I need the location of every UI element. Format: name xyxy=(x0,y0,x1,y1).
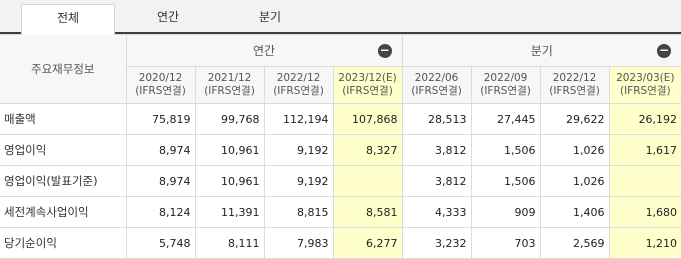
value-cell: 3,232 xyxy=(401,227,472,259)
minus-circle-icon[interactable]: − xyxy=(377,44,392,58)
value-cell: 8,815 xyxy=(263,196,334,228)
value-cell: 8,581 xyxy=(332,196,403,228)
period-header: 2023/12(E) (IFRS연결) xyxy=(332,66,403,104)
table-row: 당기순이익 5,748 8,111 7,983 6,277 3,232 703 2,569 1,… xyxy=(0,227,681,259)
value-cell: 1,406 xyxy=(539,196,610,228)
period-header: 2022/12 (IFRS연결) xyxy=(263,66,334,104)
period-date: 2023/12(E) xyxy=(338,72,397,84)
row-label: 영업이익(발표기준) xyxy=(0,165,127,197)
value-cell: 1,680 xyxy=(608,196,681,228)
value-cell: 1,617 xyxy=(608,134,681,166)
table-row: 세전계속사업이익 8,124 11,391 8,815 8,581 4,333 909 1,4… xyxy=(0,196,681,228)
period-date: 2022/06 xyxy=(414,72,459,84)
period-basis: (IFRS연결) xyxy=(480,85,531,97)
period-basis: (IFRS연결) xyxy=(135,85,186,97)
value-cell: 1,506 xyxy=(470,165,541,197)
value-cell: 107,868 xyxy=(332,103,403,135)
period-tab-bar: 전체 연간 분기 xyxy=(0,0,681,35)
value-cell: 10,961 xyxy=(194,134,265,166)
value-cell: 4,333 xyxy=(401,196,472,228)
value-cell: 1,506 xyxy=(470,134,541,166)
value-cell: 8,124 xyxy=(125,196,196,228)
value-cell: 27,445 xyxy=(470,103,541,135)
period-header: 2020/12 (IFRS연결) xyxy=(126,66,196,104)
value-cell: 8,327 xyxy=(332,134,403,166)
period-date: 2020/12 xyxy=(138,72,183,84)
value-cell: 99,768 xyxy=(194,103,265,135)
value-cell: 9,192 xyxy=(263,165,334,197)
value-cell: 5,748 xyxy=(125,227,196,259)
value-cell: 2,569 xyxy=(539,227,610,259)
row-label: 당기순이익 xyxy=(0,227,127,259)
period-basis: (IFRS연결) xyxy=(411,85,462,97)
tab-annual[interactable]: 연간 xyxy=(122,4,214,30)
value-cell: 7,983 xyxy=(263,227,334,259)
period-header: 2023/03(E) (IFRS연결) xyxy=(608,66,681,104)
value-cell: 3,812 xyxy=(401,165,472,197)
table-row: 영업이익(발표기준) 8,974 10,961 9,192 3,812 1,506 1,02… xyxy=(0,165,681,197)
value-cell xyxy=(332,165,403,197)
value-cell xyxy=(608,165,681,197)
period-basis: (IFRS연결) xyxy=(342,85,393,97)
value-cell: 9,192 xyxy=(263,134,334,166)
group-label-annual: 연간 xyxy=(252,44,276,58)
tab-quarterly[interactable]: 분기 xyxy=(224,4,316,30)
period-header: 2022/09 (IFRS연결) xyxy=(470,66,541,104)
period-basis: (IFRS연결) xyxy=(204,85,255,97)
period-basis: (IFRS연결) xyxy=(273,85,324,97)
period-header: 2022/12 (IFRS연결) xyxy=(539,66,610,104)
period-date: 2022/12 xyxy=(276,72,321,84)
value-cell: 8,111 xyxy=(194,227,265,259)
table-corner-label: 주요재무정보 xyxy=(0,34,127,104)
financial-summary-table: 주요재무정보 연간 − 분기 − 2020/12 (IFRS연결) 2021/12(… xyxy=(0,34,681,259)
period-date: 2023/03(E) xyxy=(616,72,675,84)
group-header-annual: 연간 − xyxy=(125,34,403,67)
value-cell: 1,210 xyxy=(608,227,681,259)
value-cell: 75,819 xyxy=(125,103,196,135)
minus-circle-icon[interactable]: − xyxy=(657,44,672,58)
value-cell: 10,961 xyxy=(194,165,265,197)
group-label-quarterly: 분기 xyxy=(530,44,553,58)
value-cell: 8,974 xyxy=(125,165,196,197)
group-header-quarterly: 분기 − xyxy=(401,34,681,67)
value-cell: 3,812 xyxy=(401,134,472,166)
period-basis: (IFRS연결) xyxy=(619,85,671,97)
tab-all[interactable]: 전체 xyxy=(21,4,115,35)
row-label: 매출액 xyxy=(0,103,127,135)
value-cell: 8,974 xyxy=(125,134,196,166)
value-cell: 1,026 xyxy=(539,165,610,197)
value-cell: 112,194 xyxy=(263,103,334,135)
table-row: 매출액 75,819 99,768 112,194 107,868 28,513 27,44… xyxy=(0,103,681,135)
value-cell: 26,192 xyxy=(608,103,681,135)
period-header: 2022/06 (IFRS연결) xyxy=(401,66,472,104)
row-label: 영업이익 xyxy=(0,134,127,166)
value-cell: 909 xyxy=(470,196,541,228)
table-row: 영업이익 8,974 10,961 9,192 8,327 3,812 1,506 1,026… xyxy=(0,134,681,166)
period-basis: (IFRS연결) xyxy=(549,85,600,97)
period-header: 2021/12 (IFRS연결) xyxy=(194,66,265,104)
period-date: 2022/09 xyxy=(483,72,528,84)
value-cell: 28,513 xyxy=(401,103,472,135)
value-cell: 6,277 xyxy=(332,227,403,259)
value-cell: 11,391 xyxy=(194,196,265,228)
row-label: 세전계속사업이익 xyxy=(0,196,127,228)
period-date: 2021/12 xyxy=(207,72,252,84)
value-cell: 1,026 xyxy=(539,134,610,166)
value-cell: 703 xyxy=(470,227,541,259)
period-date: 2022/12 xyxy=(552,72,597,84)
value-cell: 29,622 xyxy=(539,103,610,135)
